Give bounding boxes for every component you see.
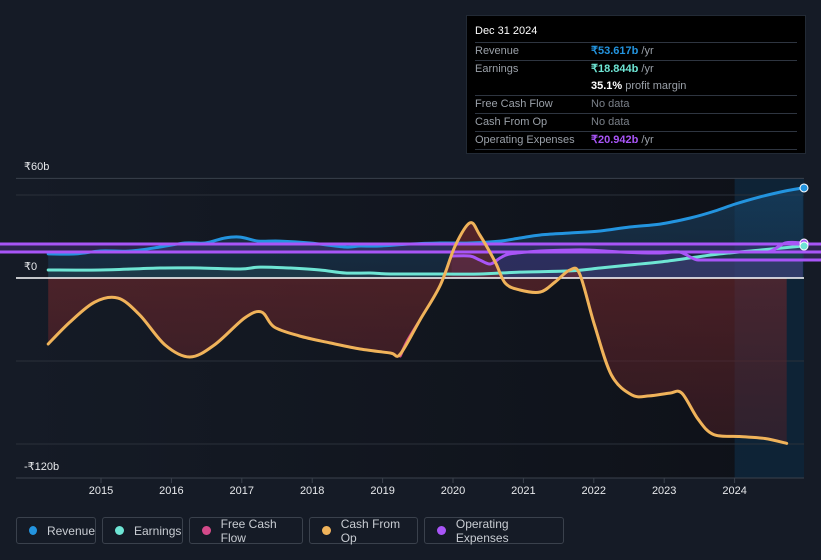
y-tick-label: ₹60b <box>24 161 50 173</box>
legend-dot-icon <box>202 526 211 535</box>
x-tick-label: 2015 <box>88 485 114 497</box>
tooltip-row-value: No data <box>591 96 630 113</box>
legend-dot-icon <box>115 526 124 535</box>
tooltip-row-value: ₹20.942b /yr <box>591 132 654 149</box>
y-tick-label: ₹0 <box>24 261 38 273</box>
legend-dot-icon <box>437 526 446 535</box>
legend-label: Earnings <box>134 523 182 538</box>
tooltip-value-number: 35.1% <box>591 80 623 92</box>
tooltip-row-value: 35.1% profit margin <box>591 78 686 95</box>
tooltip-value-unit: /yr <box>638 45 654 57</box>
legend-item-revenue[interactable]: Revenue <box>16 517 96 544</box>
x-tick-label: 2016 <box>159 485 184 497</box>
x-tick-label: 2018 <box>299 485 325 497</box>
tooltip-row-label: Operating Expenses <box>475 134 575 146</box>
x-tick-label: 2019 <box>370 485 395 497</box>
legend-label: Revenue <box>46 523 95 538</box>
legend-dot-icon <box>322 526 331 535</box>
tooltip-value-number: No data <box>591 98 630 110</box>
legend-item-free-cash-flow[interactable]: Free Cash Flow <box>189 516 303 545</box>
tooltip-row: Free Cash Flow No data <box>475 96 797 114</box>
earnings-endpoint[interactable] <box>799 241 809 251</box>
tooltip-row: Cash From Op No data <box>475 114 797 132</box>
x-tick-label: 2017 <box>229 485 255 497</box>
tooltip-value-number: ₹18.844b <box>591 63 639 75</box>
tooltip-row: Earnings ₹18.844b /yr <box>475 61 797 78</box>
tooltip-value-unit: /yr <box>638 63 654 75</box>
x-tick-label: 2020 <box>440 485 466 497</box>
legend-label: Cash From Op <box>340 516 401 545</box>
tooltip-row: 35.1% profit margin <box>475 78 797 96</box>
legend-item-operating-expenses[interactable]: Operating Expenses <box>424 516 564 545</box>
tooltip-row: Revenue ₹53.617b /yr <box>475 43 797 61</box>
legend-label: Operating Expenses <box>455 516 509 545</box>
legend-item-earnings[interactable]: Earnings <box>102 517 183 544</box>
x-tick-label: 2021 <box>511 485 536 497</box>
tooltip-row: Operating Expenses ₹20.942b /yr <box>475 132 797 150</box>
tooltip-value-unit: /yr <box>638 134 654 146</box>
tooltip-row-label: Cash From Op <box>475 116 548 128</box>
tooltip-value-number: ₹20.942b <box>591 134 639 146</box>
x-tick-label: 2023 <box>651 485 677 497</box>
tooltip-row-label <box>475 78 591 95</box>
tooltip-value-unit: profit margin <box>622 80 687 92</box>
tooltip-row-value: No data <box>591 114 630 131</box>
tooltip-row-label: Earnings <box>475 63 519 75</box>
tooltip-panel: Dec 31 2024 Revenue ₹53.617b /yr Earnings ₹… <box>466 15 806 154</box>
tooltip-row-value: ₹18.844b /yr <box>591 61 654 78</box>
legend-dot-icon <box>29 526 37 535</box>
x-tick-label: 2022 <box>581 485 607 497</box>
y-tick-label: -₹120b <box>24 461 60 473</box>
tooltip-value-number: No data <box>591 116 630 128</box>
x-tick-label: 2024 <box>722 485 747 497</box>
tooltip-value-number: ₹53.617b <box>591 45 639 57</box>
tooltip-row-label: Free Cash Flow <box>475 98 553 110</box>
tooltip-date: Dec 31 2024 <box>475 24 797 43</box>
tooltip-row-value: ₹53.617b /yr <box>591 43 654 60</box>
revenue-endpoint[interactable] <box>799 183 809 193</box>
tooltip-row-label: Revenue <box>475 45 520 57</box>
legend-item-cash-from-op[interactable]: Cash From Op <box>309 516 418 545</box>
legend-label: Free Cash Flow <box>220 516 277 545</box>
